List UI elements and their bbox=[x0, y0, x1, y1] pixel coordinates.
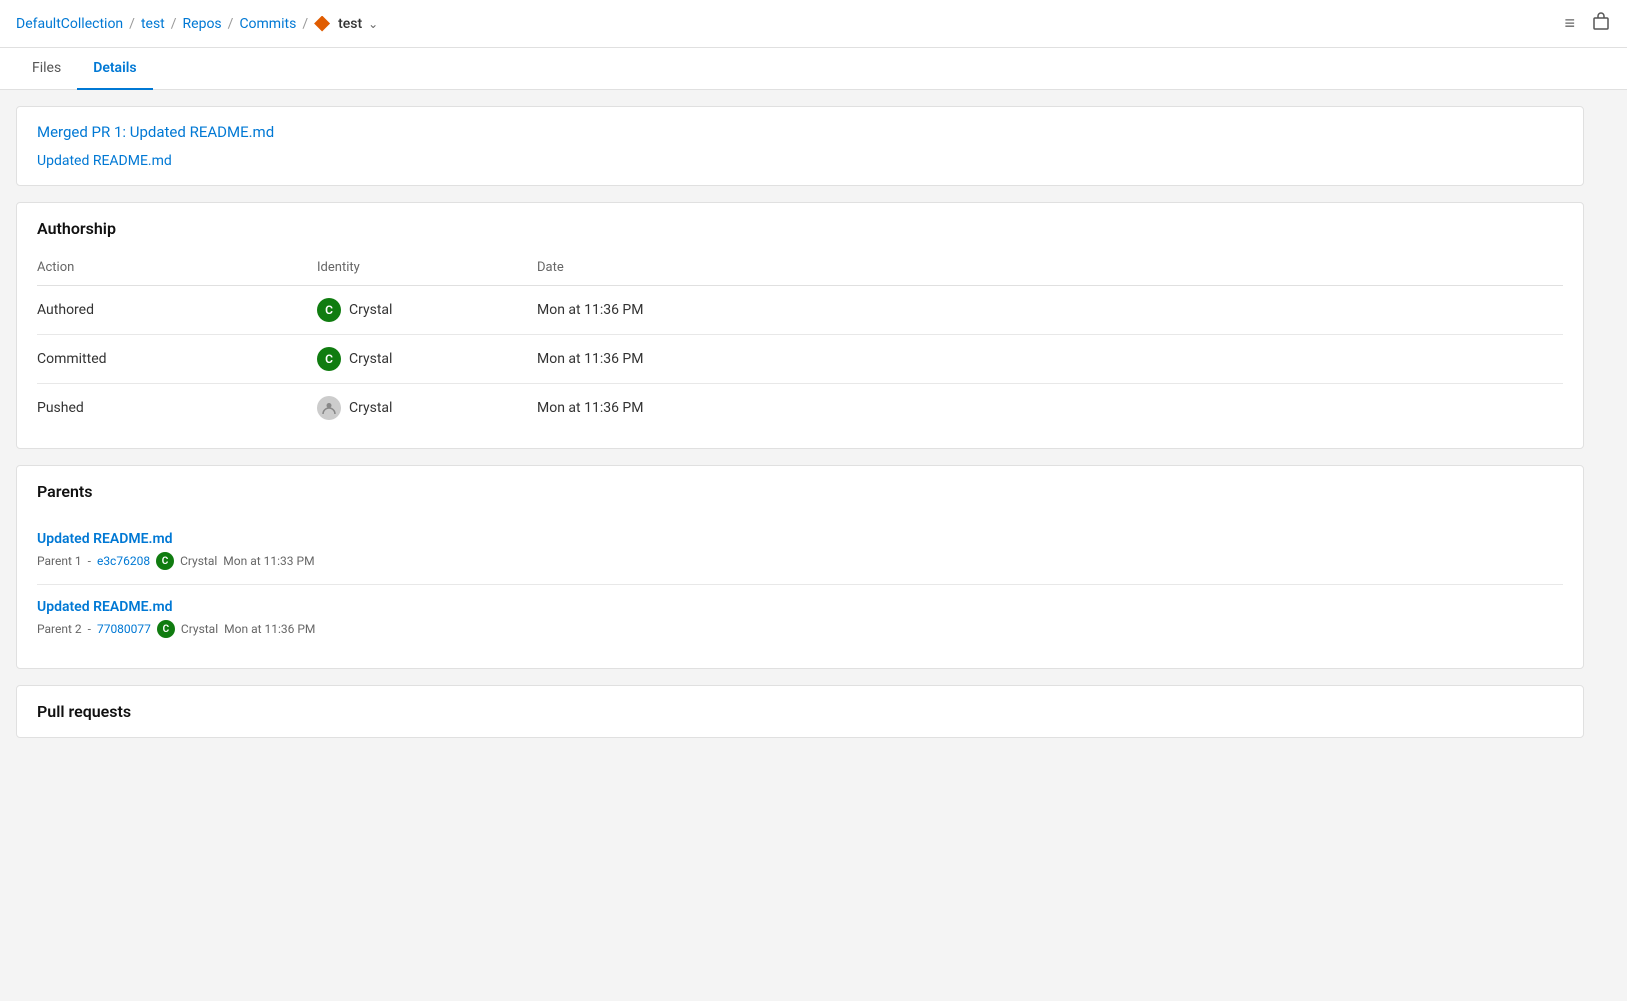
breadcrumb-repo-name: test bbox=[338, 16, 362, 32]
authorship-row: Pushed Crystal Mon at 11:36 PM bbox=[37, 384, 1563, 433]
avatar-0: C bbox=[317, 298, 341, 322]
auth-identity-1: C Crystal bbox=[317, 335, 537, 384]
parent-author-1: Crystal bbox=[181, 622, 218, 636]
auth-date-1: Mon at 11:36 PM bbox=[537, 335, 1563, 384]
commit-messages: Merged PR 1: Updated README.md Updated R… bbox=[17, 107, 1583, 185]
tabs-bar: Files Details bbox=[0, 48, 1627, 90]
parent-item-0: Updated README.md Parent 1-e3c76208 C Cryst… bbox=[37, 517, 1563, 585]
pull-requests-section: Pull requests bbox=[17, 686, 1583, 737]
auth-date-2: Mon at 11:36 PM bbox=[537, 384, 1563, 433]
parent-num-0: Parent 1 bbox=[37, 554, 82, 568]
tab-details[interactable]: Details bbox=[77, 48, 152, 90]
parent-hash-0[interactable]: e3c76208 bbox=[97, 554, 150, 568]
parent-date-1: Mon at 11:36 PM bbox=[224, 622, 315, 636]
parent-meta-1: Parent 2-77080077 C Crystal Mon at 11:36 PM bbox=[37, 620, 1563, 638]
chevron-down-icon[interactable]: ⌄ bbox=[368, 17, 378, 31]
auth-identity-0: C Crystal bbox=[317, 286, 537, 335]
auth-identity-2: Crystal bbox=[317, 384, 537, 433]
identity-name-2: Crystal bbox=[349, 400, 392, 416]
sep2: / bbox=[171, 16, 177, 32]
authorship-table: Action Identity Date AuthoredC Crystal Mon… bbox=[37, 254, 1563, 432]
sep3: / bbox=[228, 16, 234, 32]
parent-avatar-0: C bbox=[156, 552, 174, 570]
pull-requests-title: Pull requests bbox=[37, 702, 1563, 721]
pull-requests-card: Pull requests bbox=[16, 685, 1584, 738]
avatar-2 bbox=[317, 396, 341, 420]
authorship-row: AuthoredC Crystal Mon at 11:36 PM bbox=[37, 286, 1563, 335]
authorship-section: Authorship Action Identity Date Authored… bbox=[17, 203, 1583, 448]
breadcrumb-repos[interactable]: Repos bbox=[183, 16, 222, 32]
parent-item-1: Updated README.md Parent 2-77080077 C Cryst… bbox=[37, 585, 1563, 652]
commit-subtitle[interactable]: Updated README.md bbox=[37, 153, 1563, 169]
sep1: / bbox=[129, 16, 135, 32]
nav-icons: ≡ bbox=[1564, 11, 1611, 36]
sep4: / bbox=[302, 16, 308, 32]
auth-action-1: Committed bbox=[37, 335, 317, 384]
bag-icon[interactable] bbox=[1591, 11, 1611, 36]
breadcrumb-commits[interactable]: Commits bbox=[239, 16, 296, 32]
parent-hash-1[interactable]: 77080077 bbox=[97, 622, 151, 636]
identity-name-1: Crystal bbox=[349, 351, 392, 367]
breadcrumb: DefaultCollection / test / Repos / Commi… bbox=[16, 16, 378, 32]
parent-title-1[interactable]: Updated README.md bbox=[37, 599, 1563, 615]
avatar-1: C bbox=[317, 347, 341, 371]
parent-meta-0: Parent 1-e3c76208 C Crystal Mon at 11:33 PM bbox=[37, 552, 1563, 570]
parent-date-0: Mon at 11:33 PM bbox=[223, 554, 314, 568]
col-header-date: Date bbox=[537, 254, 1563, 286]
auth-action-0: Authored bbox=[37, 286, 317, 335]
auth-action-2: Pushed bbox=[37, 384, 317, 433]
parent-title-0[interactable]: Updated README.md bbox=[37, 531, 1563, 547]
top-nav: DefaultCollection / test / Repos / Commi… bbox=[0, 0, 1627, 48]
commit-messages-card: Merged PR 1: Updated README.md Updated R… bbox=[16, 106, 1584, 186]
breadcrumb-test[interactable]: test bbox=[141, 16, 165, 32]
repo-icon bbox=[314, 16, 330, 32]
authorship-title: Authorship bbox=[37, 219, 1563, 238]
parent-dash-1: - bbox=[88, 622, 91, 636]
parent-avatar-1: C bbox=[157, 620, 175, 638]
parent-author-0: Crystal bbox=[180, 554, 217, 568]
identity-name-0: Crystal bbox=[349, 302, 392, 318]
authorship-row: CommittedC Crystal Mon at 11:36 PM bbox=[37, 335, 1563, 384]
parent-dash-0: - bbox=[88, 554, 91, 568]
parents-card: Parents Updated README.mdParent 1-e3c762… bbox=[16, 465, 1584, 669]
list-icon[interactable]: ≡ bbox=[1564, 13, 1575, 34]
authorship-card: Authorship Action Identity Date Authored… bbox=[16, 202, 1584, 449]
parents-list: Updated README.mdParent 1-e3c76208CCryst… bbox=[37, 517, 1563, 652]
breadcrumb-collection[interactable]: DefaultCollection bbox=[16, 16, 123, 32]
col-header-identity: Identity bbox=[317, 254, 537, 286]
commit-title[interactable]: Merged PR 1: Updated README.md bbox=[37, 123, 1563, 141]
parents-title: Parents bbox=[37, 482, 1563, 501]
parents-section: Parents Updated README.mdParent 1-e3c762… bbox=[17, 466, 1583, 668]
main-content: Merged PR 1: Updated README.md Updated R… bbox=[0, 90, 1600, 770]
auth-date-0: Mon at 11:36 PM bbox=[537, 286, 1563, 335]
tab-files[interactable]: Files bbox=[16, 48, 77, 90]
col-header-action: Action bbox=[37, 254, 317, 286]
parent-num-1: Parent 2 bbox=[37, 622, 82, 636]
